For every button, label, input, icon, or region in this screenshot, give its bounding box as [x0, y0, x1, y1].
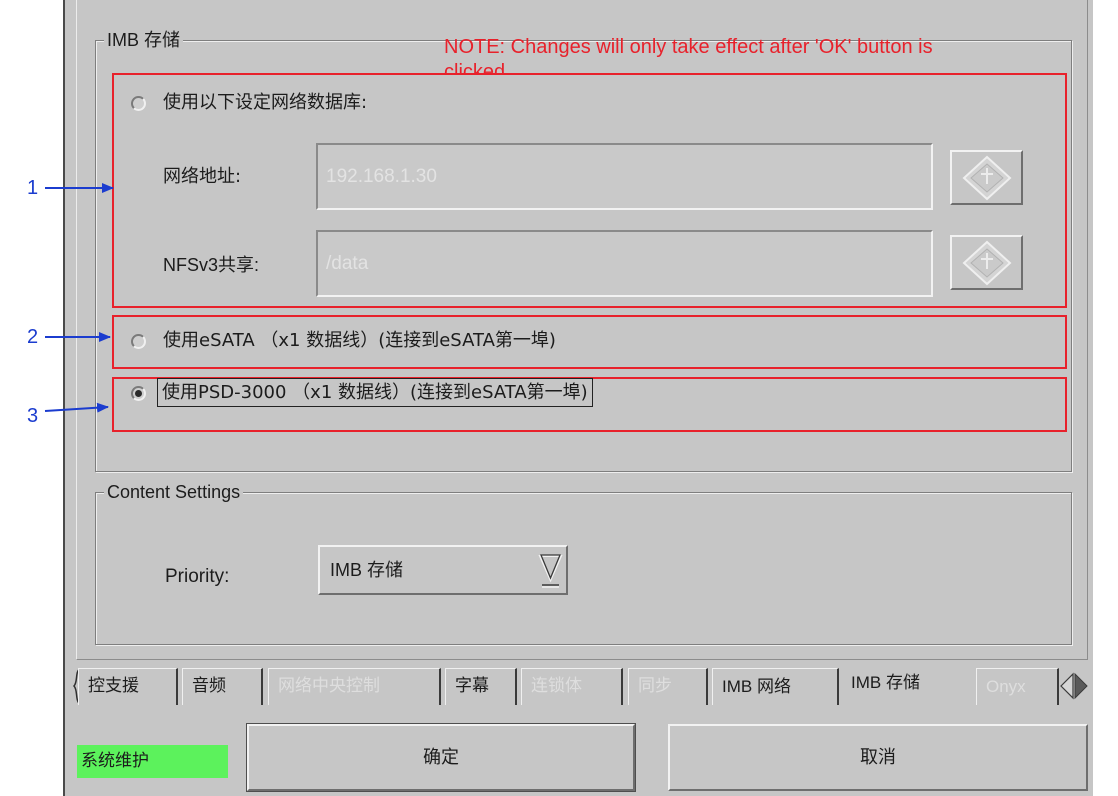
ok-button[interactable]: 确定 [247, 724, 635, 791]
network-address-label: 网络地址: [163, 166, 242, 187]
imb-storage-group-title: IMB 存储 [104, 29, 184, 51]
radio-esata[interactable] [131, 334, 146, 349]
nfs-share-value: /data [326, 252, 369, 274]
ok-button-label: 确定 [423, 746, 459, 768]
diamond-icon [962, 155, 1012, 201]
diamond-icon [962, 240, 1012, 286]
content-settings-group [95, 492, 1072, 645]
chevron-right-icon[interactable] [1074, 672, 1088, 700]
status-badge: 系统维护 [77, 745, 228, 778]
tab-3[interactable]: 字幕 [445, 668, 517, 705]
radio-network-database-label[interactable]: 使用以下设定网络数据库: [163, 91, 367, 115]
network-address-input[interactable]: 192.168.1.30 [316, 143, 933, 210]
cancel-button-label: 取消 [860, 746, 896, 768]
cancel-button[interactable]: 取消 [668, 724, 1088, 791]
nfs-share-label: NFSv3共享: [163, 255, 260, 275]
note-text: NOTE: Changes will only take effect afte… [444, 35, 1064, 74]
nfs-share-input[interactable]: /data [316, 230, 933, 297]
priority-dropdown[interactable]: IMB 存储 [318, 545, 568, 595]
radio-network-database[interactable] [131, 96, 146, 111]
annotation-number-1: 1 [27, 177, 39, 199]
annotation-number-2: 2 [27, 326, 39, 348]
network-address-browse-button[interactable] [950, 150, 1023, 205]
priority-label: Priority: [165, 566, 230, 587]
chevron-left-icon[interactable] [1060, 672, 1074, 700]
nfs-share-browse-button[interactable] [950, 235, 1023, 290]
radio-psd-3000-label[interactable]: 使用PSD-3000 （x1 数据线）(连接到eSATA第一埠) [157, 378, 593, 407]
tab-scroll-arrows [1060, 672, 1088, 700]
annotation-number-3: 3 [27, 405, 39, 427]
radio-psd-3000[interactable] [131, 386, 146, 401]
triangle-down-icon [538, 554, 563, 588]
priority-dropdown-value: IMB 存储 [330, 560, 404, 580]
content-settings-group-title: Content Settings [104, 481, 244, 503]
radio-esata-label[interactable]: 使用eSATA （x1 数据线）(连接到eSATA第一埠) [163, 329, 556, 353]
tab-8[interactable]: Onyx [976, 668, 1059, 705]
note-line-1: NOTE: Changes will only take effect afte… [444, 36, 933, 58]
tab-2[interactable]: 网络中央控制 [268, 668, 441, 705]
tab-7[interactable]: IMB 存储 [842, 665, 972, 705]
tab-1[interactable]: 音频 [182, 668, 263, 705]
tab-0[interactable]: 控支援 [78, 668, 178, 705]
tab-4[interactable]: 连锁体 [521, 668, 623, 705]
network-address-value: 192.168.1.30 [326, 165, 437, 187]
tab-6[interactable]: IMB 网络 [712, 668, 839, 705]
tab-5[interactable]: 同步 [628, 668, 708, 705]
note-line-2: clicked [444, 61, 506, 74]
